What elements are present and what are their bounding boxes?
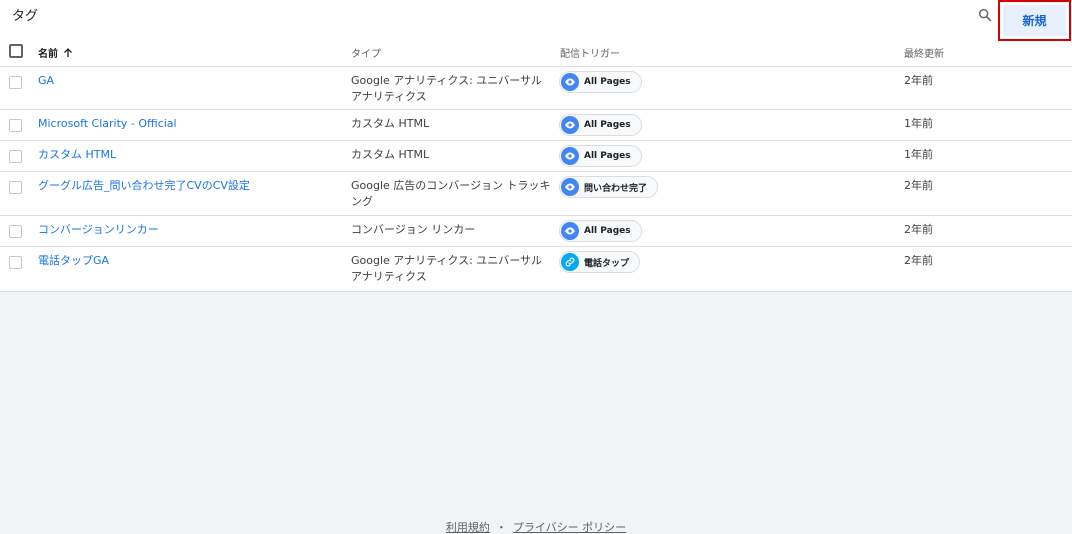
tag-type: Google 広告のコンバージョン トラッキング	[351, 179, 551, 208]
tag-name-link[interactable]: Microsoft Clarity - Official	[38, 116, 177, 132]
last-updated: 2年前	[904, 254, 933, 267]
trigger-chip-label: All Pages	[584, 120, 631, 130]
eye-icon	[561, 147, 579, 165]
select-all-checkbox[interactable]	[9, 44, 23, 58]
tag-type: コンバージョン リンカー	[351, 223, 476, 236]
last-updated: 2年前	[904, 74, 933, 87]
column-header-trigger[interactable]: 配信トリガー	[560, 45, 620, 60]
trigger-chip[interactable]: 問い合わせ完了	[559, 176, 659, 198]
tag-name-link[interactable]: GA	[38, 73, 54, 89]
table-row[interactable]: グーグル広告_問い合わせ完了CVのCV設定 Google 広告のコンバージョン …	[0, 172, 1072, 216]
column-header-updated[interactable]: 最終更新	[904, 45, 944, 60]
tag-name-link[interactable]: 電話タップGA	[38, 253, 109, 269]
table-header: 名前 タイプ 配信トリガー 最終更新	[0, 37, 1072, 67]
tag-type: カスタム HTML	[351, 117, 430, 130]
trigger-chip[interactable]: All Pages	[559, 145, 642, 167]
tag-name-link[interactable]: グーグル広告_問い合わせ完了CVのCV設定	[38, 178, 250, 194]
eye-icon	[561, 178, 579, 196]
tag-type: カスタム HTML	[351, 148, 430, 161]
column-header-type[interactable]: タイプ	[351, 45, 381, 60]
terms-link[interactable]: 利用規約	[446, 521, 490, 534]
trigger-chip-label: All Pages	[584, 226, 631, 236]
row-checkbox[interactable]	[9, 119, 22, 132]
footer: 利用規約・プライバシー ポリシー	[0, 519, 1072, 534]
trigger-chip-label: All Pages	[584, 151, 631, 161]
last-updated: 1年前	[904, 148, 933, 161]
row-checkbox[interactable]	[9, 150, 22, 163]
new-tag-button-label: 新規	[1003, 5, 1066, 36]
tags-panel: タグ 新規 名前 タイプ 配信トリガー 最終更新 GA Google アナリティ…	[0, 0, 1072, 292]
column-header-name[interactable]: 名前	[38, 45, 73, 60]
eye-icon	[561, 116, 579, 134]
last-updated: 2年前	[904, 223, 933, 236]
table-row[interactable]: カスタム HTML カスタム HTML All Pages 1年前	[0, 141, 1072, 172]
table-row[interactable]: Microsoft Clarity - Official カスタム HTML A…	[0, 110, 1072, 141]
row-checkbox[interactable]	[9, 225, 22, 238]
table-row[interactable]: コンバージョンリンカー コンバージョン リンカー All Pages 2年前	[0, 216, 1072, 247]
trigger-chip[interactable]: All Pages	[559, 71, 642, 93]
eye-icon	[561, 73, 579, 91]
last-updated: 1年前	[904, 117, 933, 130]
table-row[interactable]: GA Google アナリティクス: ユニバーサル アナリティクス All Pa…	[0, 67, 1072, 110]
privacy-policy-link[interactable]: プライバシー ポリシー	[513, 521, 626, 534]
trigger-chip[interactable]: 電話タップ	[559, 251, 641, 273]
table-row[interactable]: 電話タップGA Google アナリティクス: ユニバーサル アナリティクス 電…	[0, 247, 1072, 292]
eye-icon	[561, 222, 579, 240]
tag-name-link[interactable]: コンバージョンリンカー	[38, 222, 159, 238]
trigger-chip[interactable]: All Pages	[559, 220, 642, 242]
panel-title: タグ	[12, 9, 39, 24]
search-button[interactable]	[974, 4, 996, 26]
last-updated: 2年前	[904, 179, 933, 192]
footer-separator: ・	[495, 521, 507, 534]
trigger-chip-label: All Pages	[584, 77, 631, 87]
trigger-chip[interactable]: All Pages	[559, 114, 642, 136]
new-tag-button[interactable]: 新規	[998, 0, 1071, 41]
trigger-chip-label: 問い合わせ完了	[584, 183, 648, 194]
tag-type: Google アナリティクス: ユニバーサル アナリティクス	[351, 254, 543, 283]
sort-ascending-icon	[64, 47, 72, 57]
row-checkbox[interactable]	[9, 181, 22, 194]
trigger-chip-label: 電話タップ	[584, 258, 630, 269]
tag-name-link[interactable]: カスタム HTML	[38, 147, 116, 163]
row-checkbox[interactable]	[9, 76, 22, 89]
link-icon	[561, 253, 579, 271]
column-header-name-label: 名前	[38, 49, 58, 60]
search-icon	[978, 8, 992, 22]
tag-type: Google アナリティクス: ユニバーサル アナリティクス	[351, 74, 543, 103]
row-checkbox[interactable]	[9, 256, 22, 269]
